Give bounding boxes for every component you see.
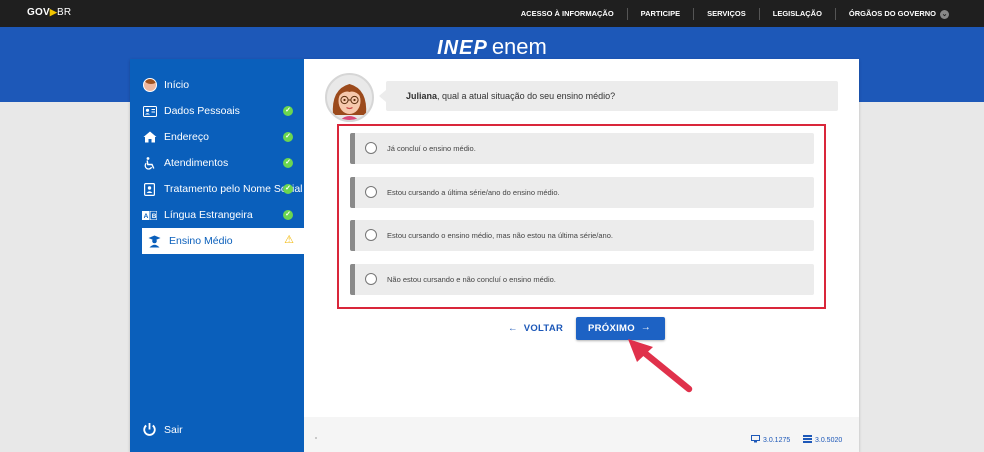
gov-nav: ACESSO À INFORMAÇÃO PARTICIPE SERVIÇOS L… — [508, 0, 962, 27]
version-back: 3.0.5020 — [803, 435, 842, 445]
check-icon: ✓ — [283, 132, 293, 142]
option-cursando[interactable]: Estou cursando o ensino médio, mas não e… — [350, 220, 814, 251]
version-front: 3.0.1275 — [751, 435, 790, 445]
option-nao-cursando[interactable]: Não estou cursando e não concluí o ensin… — [350, 264, 814, 295]
id-card-icon — [142, 105, 157, 118]
gov-top-bar: GOV▶BR ACESSO À INFORMAÇÃO PARTICIPE SER… — [0, 0, 984, 27]
main-content: Juliana, qual a atual situação do seu en… — [304, 59, 859, 452]
sidebar-item-atendimentos[interactable]: Atendimentos ✓ — [130, 150, 304, 176]
warning-icon: ⚠ — [284, 234, 294, 246]
gov-logo-arrow-icon: ▶ — [49, 7, 57, 17]
logout-button[interactable]: Sair — [142, 422, 183, 437]
check-icon: ✓ — [283, 184, 293, 194]
version-front-text: 3.0.1275 — [763, 436, 791, 444]
radio-button[interactable] — [365, 186, 377, 198]
assistant-avatar — [325, 73, 374, 122]
gov-logo-text: GOV — [27, 7, 50, 18]
option-label: Estou cursando o ensino médio, mas não e… — [387, 231, 613, 240]
server-icon — [803, 435, 812, 445]
user-name: Juliana — [406, 91, 438, 101]
sidebar-item-label: Tratamento pelo Nome Social — [164, 183, 303, 195]
gov-nav-orgaos[interactable]: ÓRGÃOS DO GOVERNO ⌄ — [834, 7, 962, 20]
svg-text:B: B — [152, 213, 157, 220]
sidebar-item-label: Endereço — [164, 131, 209, 143]
radio-button[interactable] — [365, 229, 377, 241]
graduate-icon — [147, 235, 162, 248]
sidebar-item-dados-pessoais[interactable]: Dados Pessoais ✓ — [130, 98, 304, 124]
sidebar-item-label: Ensino Médio — [169, 235, 233, 247]
question-text: , qual a atual situação do seu ensino mé… — [437, 91, 616, 101]
inep-enem-logo: INEP enem — [0, 34, 984, 60]
sidebar-item-label: Língua Estrangeira — [164, 209, 253, 221]
radio-button[interactable] — [365, 142, 377, 154]
main-card: Início Dados Pessoais ✓ Endereço ✓ Atend… — [130, 59, 859, 452]
footer-dot — [315, 437, 317, 439]
sidebar-item-ensino-medio[interactable]: Ensino Médio ⚠ — [142, 228, 304, 254]
sidebar-item-lingua-estrangeira[interactable]: AB Língua Estrangeira ✓ — [130, 202, 304, 228]
sidebar-item-label: Dados Pessoais — [164, 105, 240, 117]
option-label: Já concluí o ensino médio. — [387, 144, 476, 153]
option-label: Não estou cursando e não concluí o ensin… — [387, 275, 556, 284]
gov-nav-legislacao[interactable]: LEGISLAÇÃO — [758, 7, 835, 20]
next-label: PRÓXIMO — [588, 323, 635, 334]
avatar-icon — [142, 78, 157, 92]
power-icon — [142, 422, 157, 437]
check-icon: ✓ — [283, 210, 293, 220]
sidebar-item-label: Atendimentos — [164, 157, 229, 169]
radio-button[interactable] — [365, 273, 377, 285]
inep-logo-text: INEP — [437, 37, 488, 59]
back-button[interactable]: ← VOLTAR — [508, 323, 563, 334]
language-icon: AB — [142, 209, 157, 222]
options-highlight-box: Já concluí o ensino médio. Estou cursand… — [337, 124, 826, 309]
enem-logo-text: enem — [491, 34, 547, 59]
question-bubble: Juliana, qual a atual situação do seu en… — [379, 81, 838, 111]
logout-label: Sair — [164, 423, 183, 436]
sidebar-item-endereco[interactable]: Endereço ✓ — [130, 124, 304, 150]
sidebar-item-inicio[interactable]: Início — [130, 72, 304, 98]
red-pointer-arrow-icon — [628, 339, 693, 393]
gov-nav-orgaos-label: ÓRGÃOS DO GOVERNO — [848, 8, 936, 18]
monitor-icon — [751, 435, 760, 445]
arrow-left-icon: ← — [508, 323, 518, 334]
option-ja-conclui[interactable]: Já concluí o ensino médio. — [350, 133, 814, 164]
gov-logo-br: BR — [56, 7, 72, 18]
gov-nav-participe[interactable]: PARTICIPE — [626, 7, 693, 20]
option-label: Estou cursando a última série/ano do ens… — [387, 188, 560, 197]
sidebar: Início Dados Pessoais ✓ Endereço ✓ Atend… — [130, 59, 304, 452]
arrow-right-icon: → — [640, 322, 651, 333]
back-label: VOLTAR — [523, 323, 564, 334]
gov-nav-servicos[interactable]: SERVIÇOS — [693, 7, 759, 20]
badge-icon — [142, 182, 157, 196]
wheelchair-icon — [142, 156, 157, 170]
sidebar-nav: Início Dados Pessoais ✓ Endereço ✓ Atend… — [130, 72, 304, 254]
home-icon — [142, 131, 157, 144]
chevron-down-icon: ⌄ — [940, 9, 949, 19]
sidebar-item-label: Início — [164, 79, 190, 91]
svg-text:A: A — [144, 213, 149, 220]
version-back-text: 3.0.5020 — [815, 436, 843, 444]
option-ultima-serie[interactable]: Estou cursando a última série/ano do ens… — [350, 177, 814, 208]
check-icon: ✓ — [283, 106, 293, 116]
gov-br-logo[interactable]: GOV▶BR — [27, 7, 71, 18]
check-icon: ✓ — [283, 158, 293, 168]
sidebar-item-nome-social[interactable]: Tratamento pelo Nome Social ✓ — [130, 176, 304, 202]
gov-nav-acesso[interactable]: ACESSO À INFORMAÇÃO — [508, 8, 627, 20]
